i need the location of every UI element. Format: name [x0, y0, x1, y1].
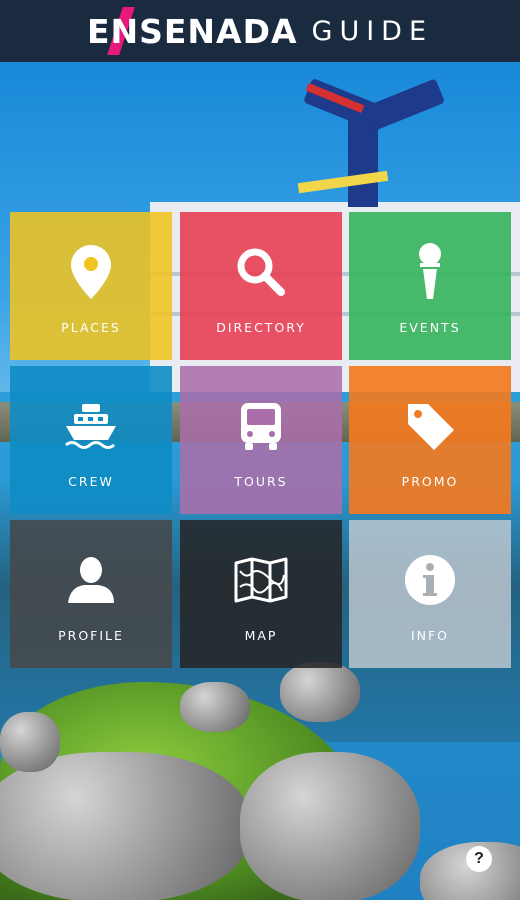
tile-directory[interactable]: DIRECTORY [180, 212, 342, 360]
tile-promo[interactable]: PROMO [349, 366, 511, 514]
logo-suffix: GUIDE [311, 15, 434, 47]
tile-label: INFO [410, 628, 450, 643]
tile-events[interactable]: EVENTS [349, 212, 511, 360]
tile-info[interactable]: INFO [349, 520, 511, 668]
menu-grid: PLACES DIRECTORY EVENTS CREW TOURS PROMO [10, 212, 512, 668]
tile-label: MAP [244, 628, 278, 643]
tile-places[interactable]: PLACES [10, 212, 172, 360]
price-tag-icon [400, 396, 460, 456]
magnifier-icon [231, 242, 291, 302]
tile-label: PROFILE [58, 628, 124, 643]
tile-tours[interactable]: TOURS [180, 366, 342, 514]
person-icon [61, 550, 121, 610]
bus-icon [231, 396, 291, 456]
app-logo: E NSENADA GUIDE [87, 6, 434, 55]
info-icon [400, 550, 460, 610]
map-pin-icon [61, 242, 121, 302]
tile-profile[interactable]: PROFILE [10, 520, 172, 668]
tile-label: EVENTS [399, 320, 461, 335]
microphone-icon [400, 242, 460, 302]
tile-label: CREW [68, 474, 114, 489]
tile-label: PROMO [401, 474, 459, 489]
tile-label: TOURS [234, 474, 288, 489]
tile-crew[interactable]: CREW [10, 366, 172, 514]
folded-map-icon [231, 550, 291, 610]
app-header: E NSENADA GUIDE [0, 0, 520, 62]
logo-brand: E NSENADA [87, 6, 298, 55]
tile-map[interactable]: MAP [180, 520, 342, 668]
tile-label: PLACES [61, 320, 121, 335]
help-button[interactable]: ? [466, 846, 492, 872]
boat-icon [61, 396, 121, 456]
tile-label: DIRECTORY [216, 320, 306, 335]
